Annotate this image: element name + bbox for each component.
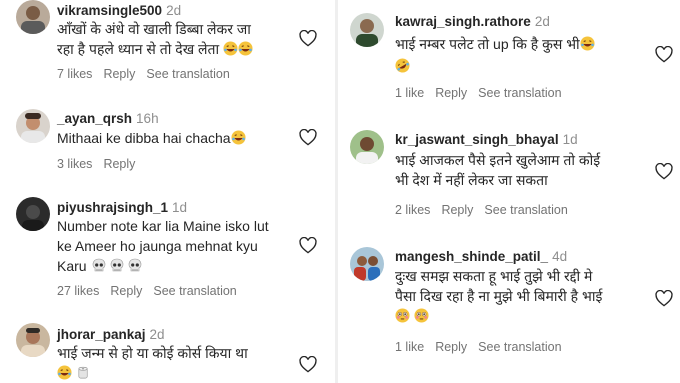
reply-button[interactable]: Reply (441, 203, 473, 217)
comment-header: _ayan_qrsh 16h (57, 111, 159, 126)
comment-header: kr_jaswant_singh_bhayal 1d (395, 132, 578, 147)
comment-line: भाई नम्बर पलेट तो up कि है कुस भी (395, 34, 595, 56)
comment-time: 2d (534, 14, 550, 29)
see-translation-link[interactable]: See translation (484, 203, 567, 217)
heart-icon[interactable] (299, 129, 317, 146)
flushed-emoji-icon (395, 308, 429, 328)
comment-line: Karu (57, 256, 269, 278)
comment-text: आँखों के अंधे वो खाली डिब्बा लेकर जा रहा… (57, 19, 253, 61)
reply-button[interactable]: Reply (103, 157, 135, 171)
comment-line-text: रहा है पहले ध्यान से तो देख लेता (57, 41, 220, 57)
likes-count[interactable]: 2 likes (395, 203, 430, 217)
comment-username[interactable]: vikramsingle500 (57, 3, 162, 18)
comment-line (395, 306, 602, 328)
comment-username[interactable]: _ayan_qrsh (57, 111, 132, 126)
laughing-emoji-icon (580, 36, 595, 56)
comment-header: jhorar_pankaj 2d (57, 327, 165, 342)
comment-username[interactable]: piyushrajsingh_1 (57, 200, 168, 215)
comment-actions: 1 like Reply See translation (395, 86, 573, 100)
comment-line: Mithaai ke dibba hai chacha (57, 128, 246, 150)
comment-time: 1d (172, 200, 188, 215)
column-divider (335, 0, 338, 383)
comment-actions: 3 likes Reply (57, 157, 146, 171)
comment-line: ke Ameer ho jaunga mehnat kyu (57, 238, 258, 254)
likes-count[interactable]: 3 likes (57, 157, 92, 171)
likes-count[interactable]: 27 likes (57, 284, 99, 298)
comment-line: पैसा दिख रहा है ना मुझे भी बिमारी है भाई (395, 288, 603, 304)
likes-count[interactable]: 1 like (395, 86, 424, 100)
comment-header: piyushrajsingh_1 1d (57, 200, 187, 215)
comment-actions: 7 likes Reply See translation (57, 67, 241, 81)
likes-count[interactable]: 1 like (395, 340, 424, 354)
laughing-emoji-icon (57, 365, 72, 383)
comment-actions: 1 like Reply See translation (395, 340, 573, 354)
comment-time: 4d (552, 249, 568, 264)
reply-button[interactable]: Reply (103, 67, 135, 81)
reply-button[interactable]: Reply (110, 284, 142, 298)
comment-line-text: भाई नम्बर पलेट तो up कि है कुस भी (395, 36, 580, 52)
likes-count[interactable]: 7 likes (57, 67, 92, 81)
avatar[interactable] (350, 247, 384, 281)
comment-line: आँखों के अंधे वो खाली डिब्बा लेकर जा (57, 21, 251, 37)
heart-icon[interactable] (655, 290, 673, 307)
comment-line-text: Karu (57, 258, 87, 274)
comment-header: mangesh_shinde_patil_ 4d (395, 249, 567, 264)
comment-line: भाई जन्म से हो या कोई कोर्स किया था (57, 345, 248, 361)
comment-actions: 27 likes Reply See translation (57, 284, 248, 298)
toilet-paper-emoji-icon (76, 365, 91, 383)
avatar[interactable] (350, 130, 384, 164)
comment-time: 16h (136, 111, 159, 126)
comment-line: दुःख समझ सकता हू भाई तुझे भी रद्दी मे (395, 268, 593, 284)
rolling-laughing-emoji-icon (395, 58, 410, 78)
comment-time: 2d (149, 327, 165, 342)
comment-line: रहा है पहले ध्यान से तो देख लेता (57, 39, 253, 61)
comment-line: भाई आजकल पैसे इतने खुलेआम तो कोई (395, 152, 601, 168)
comment-username[interactable]: jhorar_pankaj (57, 327, 146, 342)
comment-time: 2d (166, 3, 182, 18)
comment-line: Number note kar lia Maine isko lut (57, 218, 269, 234)
comment-actions: 2 likes Reply See translation (395, 203, 579, 217)
comment-username[interactable]: kr_jaswant_singh_bhayal (395, 132, 559, 147)
reply-button[interactable]: Reply (435, 86, 467, 100)
comment-line (57, 363, 248, 383)
skull-emoji-icon (90, 258, 144, 278)
comment-text: Mithaai ke dibba hai chacha (57, 128, 246, 150)
see-translation-link[interactable]: See translation (478, 86, 561, 100)
comment-text: Number note kar lia Maine isko lut ke Am… (57, 216, 269, 278)
comments-column-left: vikramsingle500 2d आँखों के अंधे वो खाली … (0, 0, 333, 383)
see-translation-link[interactable]: See translation (146, 67, 229, 81)
avatar[interactable] (16, 197, 50, 231)
comment-text: भाई जन्म से हो या कोई कोर्स किया था (57, 343, 248, 383)
comment-line (395, 56, 595, 78)
heart-icon[interactable] (299, 356, 317, 373)
heart-icon[interactable] (299, 30, 317, 47)
see-translation-link[interactable]: See translation (478, 340, 561, 354)
avatar[interactable] (16, 0, 50, 34)
avatar[interactable] (16, 323, 50, 357)
comment-time: 1d (562, 132, 578, 147)
comments-column-right: kawraj_singh.rathore 2d भाई नम्बर पलेट तो… (340, 0, 680, 383)
see-translation-link[interactable]: See translation (153, 284, 236, 298)
avatar[interactable] (350, 13, 384, 47)
heart-icon[interactable] (299, 237, 317, 254)
avatar[interactable] (16, 109, 50, 143)
comment-text: भाई आजकल पैसे इतने खुलेआम तो कोई भी देश … (395, 150, 600, 190)
comment-line-text: Mithaai ke dibba hai chacha (57, 130, 231, 146)
laughing-emoji-icon (223, 41, 253, 61)
comment-username[interactable]: mangesh_shinde_patil_ (395, 249, 548, 264)
comment-header: kawraj_singh.rathore 2d (395, 14, 550, 29)
comment-text: भाई नम्बर पलेट तो up कि है कुस भी (395, 34, 595, 78)
heart-icon[interactable] (655, 163, 673, 180)
heart-icon[interactable] (655, 46, 673, 63)
reply-button[interactable]: Reply (435, 340, 467, 354)
comment-line: भी देश में नहीं लेकर जा सकता (395, 172, 548, 188)
laughing-emoji-icon (231, 130, 246, 150)
comment-username[interactable]: kawraj_singh.rathore (395, 14, 531, 29)
comment-text: दुःख समझ सकता हू भाई तुझे भी रद्दी मे पै… (395, 266, 602, 328)
comment-header: vikramsingle500 2d (57, 3, 181, 18)
